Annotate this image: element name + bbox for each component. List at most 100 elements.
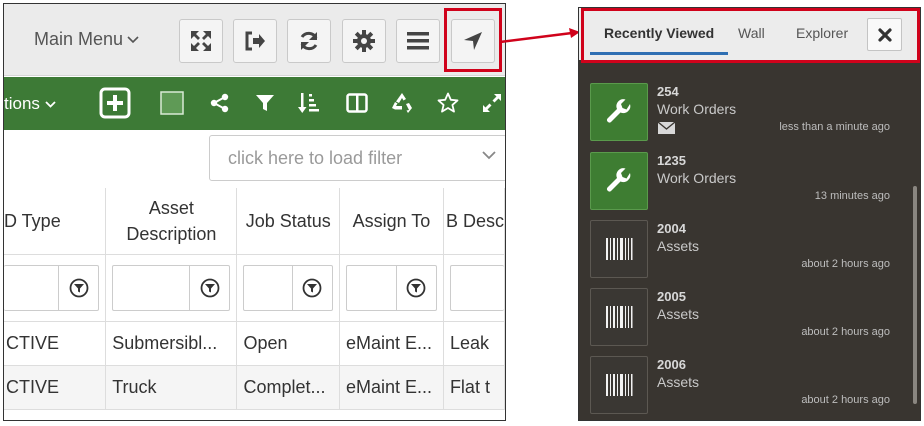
main-menu-label: Main Menu [34,29,124,49]
barcode-icon [606,238,633,260]
panel-scrollbar[interactable] [913,186,917,404]
grid-cell[interactable]: CTIVE [4,365,107,410]
callout-arrow [499,28,580,44]
expand-icon [191,31,211,51]
highlight-box-navigator [444,8,502,72]
settings-button[interactable] [342,19,386,63]
envelope-icon[interactable] [658,122,675,134]
grid-cell[interactable]: Complet... [236,365,340,410]
recent-item[interactable]: 254 Work Orders less than a minute ago [590,83,900,143]
sign-out-icon [245,31,265,51]
asset-tile [590,356,648,414]
column-header[interactable]: Job Status [236,188,340,255]
table-row[interactable]: CTIVE Truck Complet... eMaint E... Flat … [4,365,505,410]
recent-item[interactable]: 2005 Assets about 2 hours ago [590,288,900,348]
filter-circle-icon [407,278,426,297]
chevron-down-icon [45,100,56,108]
column-filter-button[interactable] [58,265,98,310]
column-filter-input[interactable] [243,264,333,311]
select-all-checkbox[interactable] [159,90,185,116]
gear-icon [353,30,375,52]
item-type: Work Orders [657,170,737,186]
grid-header-row: D Type Asset Description Job Status Assi… [4,188,505,255]
action-bar: tions [4,77,505,130]
work-order-tile [590,83,648,141]
grid-filter-row [4,254,505,322]
column-filter-button[interactable] [291,265,332,310]
share-button[interactable] [207,90,233,116]
data-grid: D Type Asset Description Job Status Assi… [4,188,505,410]
filter-row: click here to load filter [4,130,505,188]
square-icon [160,91,184,115]
filter-circle-icon [200,278,220,297]
sort-button[interactable] [296,90,322,116]
item-type: Work Orders [657,101,737,117]
chevron-down-icon [482,151,496,160]
logout-button[interactable] [233,19,277,63]
recent-item[interactable]: 1235 Work Orders 13 minutes ago [590,152,900,212]
item-number: 2005 [657,289,686,304]
app-window: Main Menu tions click here to load filte… [3,3,506,421]
actions-dropdown[interactable]: tions [4,94,56,114]
grid-cell[interactable]: Open [236,321,340,366]
item-number: 254 [657,84,679,99]
item-type: Assets [657,306,700,322]
table-row[interactable]: CTIVE Submersibl... Open eMaint E... Lea… [4,321,505,366]
grid-cell[interactable]: eMaint E... [339,321,444,366]
item-timestamp: less than a minute ago [779,121,890,133]
filter-circle-icon [303,278,322,297]
recycle-icon [392,93,412,113]
recent-item[interactable]: 2006 Assets about 2 hours ago [590,356,900,416]
column-filter-input[interactable] [4,264,100,311]
main-menu-dropdown[interactable]: Main Menu [34,29,139,50]
plus-square-icon [99,87,131,119]
asset-tile [590,288,648,346]
item-number: 1235 [657,153,686,168]
column-filter-input[interactable] [449,264,504,311]
column-filter-input[interactable] [112,264,231,311]
wrench-icon [607,168,631,192]
barcode-icon [606,306,633,328]
top-toolbar: Main Menu [4,4,505,76]
item-type: Assets [657,238,700,254]
filter-circle-icon [69,278,89,297]
grid-cell[interactable]: Flat t [443,365,505,410]
recent-item[interactable]: 2004 Assets about 2 hours ago [590,220,900,280]
fullscreen-button[interactable] [179,19,223,63]
columns-button[interactable] [344,90,370,116]
panel-tabs: Recently Viewed Wall Explorer [579,8,920,63]
item-timestamp: about 2 hours ago [801,258,890,270]
favorite-button[interactable] [435,90,461,116]
actions-label: tions [4,94,40,113]
column-header[interactable]: B Desc [443,188,505,255]
barcode-icon [606,374,633,396]
grid-cell[interactable]: Submersibl... [105,321,238,366]
column-header[interactable]: D Type [4,188,107,255]
refresh-button[interactable] [287,19,331,63]
expand-view-button[interactable] [479,90,505,116]
item-number: 2006 [657,357,686,372]
grid-cell[interactable]: Leak [443,321,505,366]
filter-button[interactable] [252,90,278,116]
grid-cell[interactable]: eMaint E... [339,365,444,410]
column-filter-button[interactable] [395,265,436,310]
column-header[interactable]: Asset Description [105,188,238,255]
column-filter-button[interactable] [189,265,229,310]
column-header[interactable]: Assign To [339,188,444,255]
highlight-box-tabs [581,8,920,63]
filter-select[interactable]: click here to load filter [209,135,505,181]
sort-amount-icon [298,93,319,113]
grid-cell[interactable]: Truck [105,365,238,410]
filter-placeholder: click here to load filter [228,147,403,168]
grid-cell[interactable]: CTIVE [4,321,107,366]
menu-button[interactable] [396,19,440,63]
hamburger-icon [407,32,429,50]
column-filter-input[interactable] [345,264,437,311]
add-record-button[interactable] [99,87,131,119]
expand-arrows-icon [483,94,501,112]
item-type: Assets [657,374,700,390]
filter-icon [256,95,274,111]
recycle-button[interactable] [389,90,415,116]
item-number: 2004 [657,221,686,236]
chevron-down-icon [127,35,139,43]
